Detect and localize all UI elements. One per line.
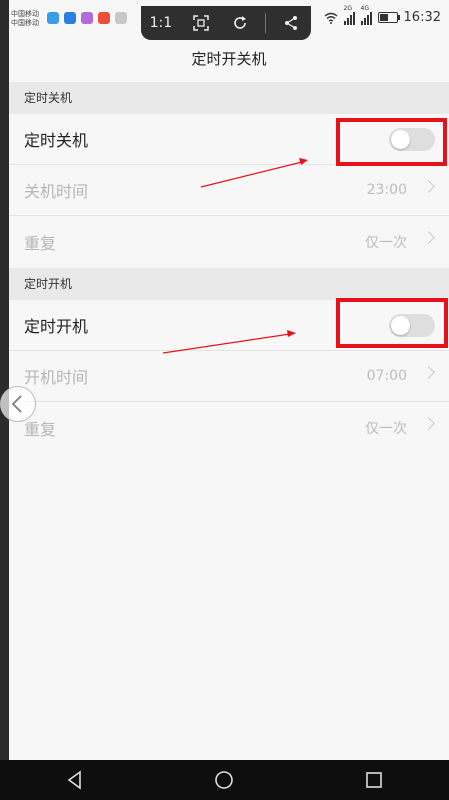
- back-triangle-icon: [67, 770, 81, 790]
- shutdown-time-value: 23:00: [366, 182, 407, 198]
- shutdown-time-row[interactable]: 关机时间 23:00: [9, 165, 449, 216]
- share-icon[interactable]: [276, 9, 306, 37]
- app-notification-icon: [81, 12, 93, 24]
- annotation-highlight-box: [336, 118, 447, 166]
- floating-back-button[interactable]: [0, 386, 36, 422]
- message-icon: [64, 12, 76, 24]
- shutdown-time-label: 关机时间: [24, 182, 89, 201]
- chevron-right-icon: [422, 417, 435, 430]
- carrier-2: 中国移动: [11, 19, 39, 27]
- notification-icons: [47, 12, 127, 24]
- page-title: 定时开关机: [191, 50, 267, 68]
- back-nav-button[interactable]: [55, 760, 95, 800]
- fit-screen-icon[interactable]: [186, 9, 216, 37]
- ratio-button[interactable]: 1:1: [146, 9, 176, 37]
- wifi-icon: [324, 12, 337, 24]
- shutdown-repeat-label: 重复: [24, 233, 57, 253]
- scheduled-shutdown-label: 定时关机: [24, 131, 89, 150]
- scheduled-boot-label: 定时开机: [24, 317, 89, 336]
- chevron-right-icon: [422, 366, 435, 379]
- chevron-right-icon: [422, 180, 435, 193]
- boot-time-value: 07:00: [366, 368, 407, 384]
- recents-square-icon: [366, 772, 382, 788]
- boot-time-row[interactable]: 开机时间 07:00: [9, 351, 449, 402]
- signal-icon: 4G: [360, 5, 372, 25]
- network-type-1: 2G: [343, 4, 352, 12]
- network-type-2: 4G: [360, 4, 369, 12]
- phone-screen: 中国移动 中国移动 2G 4G 16:32 定时开关机 定时关机 定时关机 关机…: [9, 0, 449, 800]
- section-header-shutdown: 定时关机: [9, 82, 449, 114]
- chevron-left-icon: [11, 395, 22, 413]
- carrier-1: 中国移动: [11, 10, 39, 18]
- clock: 16:32: [403, 10, 441, 25]
- status-indicators: 2G 4G 16:32: [324, 5, 441, 25]
- shutdown-repeat-value: 仅一次: [365, 234, 407, 251]
- shutdown-repeat-row[interactable]: 重复 仅一次: [9, 216, 449, 267]
- rotate-icon[interactable]: [225, 9, 255, 37]
- home-circle-icon: [215, 771, 234, 789]
- chevron-right-icon: [422, 231, 435, 244]
- boot-time-label: 开机时间: [24, 368, 89, 387]
- boot-repeat-value: 仅一次: [365, 420, 407, 437]
- carrier-info: 中国移动 中国移动: [11, 10, 39, 28]
- warning-icon: [115, 12, 127, 24]
- app-notification-icon: [47, 12, 59, 24]
- boot-repeat-row[interactable]: 重复 仅一次: [9, 402, 449, 453]
- annotation-highlight-box: [336, 298, 448, 348]
- home-nav-button[interactable]: [204, 760, 244, 800]
- recents-nav-button[interactable]: [354, 760, 394, 800]
- app-notification-icon: [98, 12, 110, 24]
- toolbar-divider: [265, 13, 267, 33]
- section-header-boot: 定时开机: [9, 268, 449, 300]
- signal-icon: 2G: [343, 5, 355, 25]
- screenshot-toolbar: 1:1: [141, 6, 311, 40]
- navigation-bar: [0, 760, 449, 800]
- battery-icon: [377, 12, 400, 23]
